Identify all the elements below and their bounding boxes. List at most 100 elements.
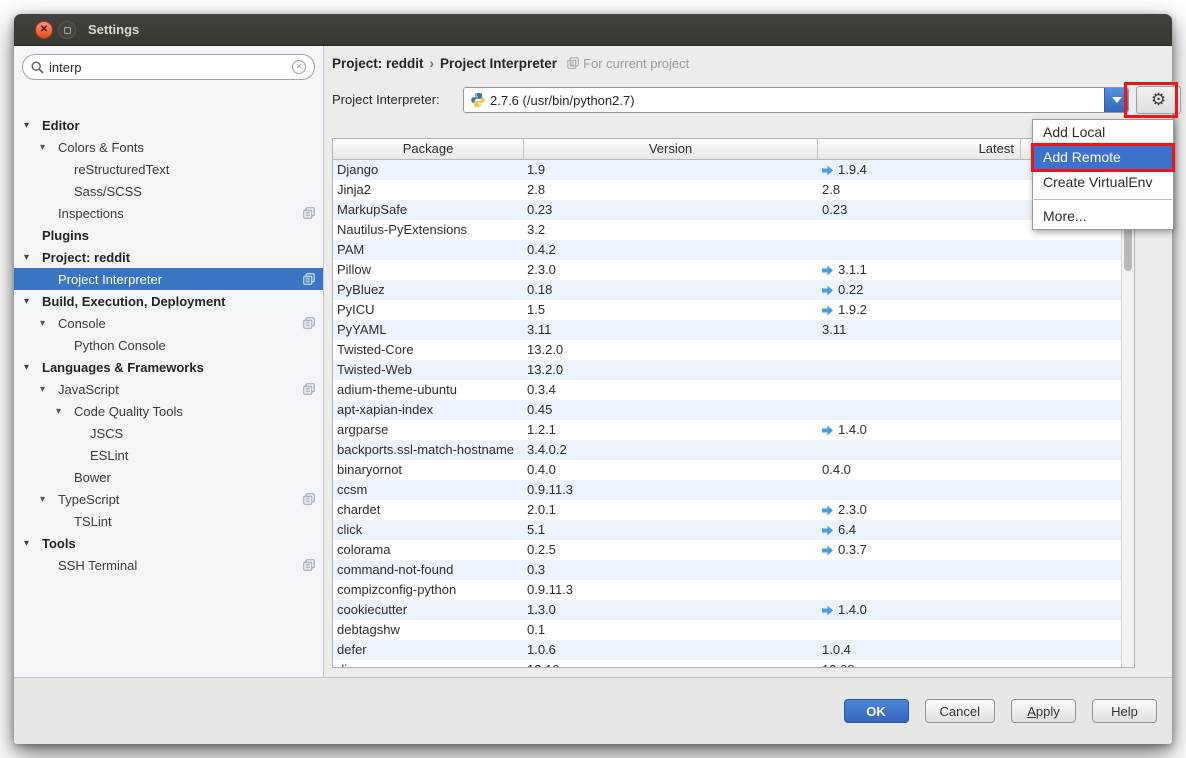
menu-item-add-remote[interactable]: Add Remote	[1033, 145, 1173, 170]
clear-search-button[interactable]: ✕	[292, 60, 306, 74]
window-close-button[interactable]: ✕	[35, 21, 53, 39]
table-row-django[interactable]: Django1.91.9.4	[333, 160, 1134, 180]
table-row-pillow[interactable]: Pillow2.3.03.1.1	[333, 260, 1134, 280]
cell-package: dirspec	[333, 660, 524, 668]
cell-latest	[818, 380, 1021, 400]
chevron-down-icon[interactable]: ▾	[24, 296, 42, 307]
copy-settings-icon	[303, 559, 315, 571]
table-row-cookiecutter[interactable]: cookiecutter1.3.01.4.0	[333, 600, 1134, 620]
sidebar-item-code-quality-tools[interactable]: ▾Code Quality Tools	[14, 400, 323, 422]
table-row-nautilus-pyextensions[interactable]: Nautilus-PyExtensions3.2	[333, 220, 1134, 240]
table-scrollbar[interactable]	[1121, 160, 1134, 667]
latest-version-text: 1.9.4	[838, 160, 867, 180]
dialog-button-bar: OK Cancel Apply Help	[14, 677, 1172, 744]
upgrade-arrow-icon	[822, 545, 833, 556]
column-header-latest[interactable]: Latest	[818, 139, 1021, 159]
cell-latest: 1.4.0	[818, 600, 1021, 620]
cell-package: Django	[333, 160, 524, 180]
table-row-colorama[interactable]: colorama0.2.50.3.7	[333, 540, 1134, 560]
table-row-pyicu[interactable]: PyICU1.51.9.2	[333, 300, 1134, 320]
help-button[interactable]: Help	[1092, 699, 1157, 723]
sidebar-item-tools[interactable]: ▾Tools	[14, 532, 323, 554]
column-header-version[interactable]: Version	[524, 139, 818, 159]
sidebar-item-ssh-terminal[interactable]: SSH Terminal	[14, 554, 323, 576]
chevron-down-icon[interactable]: ▾	[24, 252, 42, 263]
menu-item-more[interactable]: More...	[1033, 204, 1173, 229]
sidebar-item-sass-scss[interactable]: Sass/SCSS	[14, 180, 323, 202]
latest-version-text: 0.4.0	[822, 460, 851, 480]
interpreter-gear-button[interactable]: ⚙	[1136, 86, 1181, 114]
cell-version: 3.11	[524, 320, 818, 340]
close-icon: ✕	[40, 25, 48, 35]
breadcrumb-project[interactable]: Project: reddit	[332, 56, 424, 71]
sidebar-item-bower[interactable]: Bower	[14, 466, 323, 488]
table-row-click[interactable]: click5.16.4	[333, 520, 1134, 540]
chevron-down-icon[interactable]: ▾	[56, 406, 74, 417]
sidebar-item-jscs[interactable]: JSCS	[14, 422, 323, 444]
sidebar-item-languages-frameworks[interactable]: ▾Languages & Frameworks	[14, 356, 323, 378]
table-row-twisted-web[interactable]: Twisted-Web13.2.0	[333, 360, 1134, 380]
sidebar-item-colors-fonts[interactable]: ▾Colors & Fonts	[14, 136, 323, 158]
sidebar-item-inspections[interactable]: Inspections	[14, 202, 323, 224]
menu-item-create-virtualenv[interactable]: Create VirtualEnv	[1033, 170, 1173, 195]
settings-search-input[interactable]: interp ✕	[22, 54, 315, 80]
table-row-ccsm[interactable]: ccsm0.9.11.3	[333, 480, 1134, 500]
table-row-adium-theme-ubuntu[interactable]: adium-theme-ubuntu0.3.4	[333, 380, 1134, 400]
chevron-down-icon[interactable]: ▾	[24, 362, 42, 373]
cell-latest: 2.8	[818, 180, 1021, 200]
table-row-jinja2[interactable]: Jinja22.82.8	[333, 180, 1134, 200]
python-icon	[470, 92, 486, 108]
chevron-down-icon[interactable]: ▾	[40, 494, 58, 505]
sidebar-item-editor[interactable]: ▾Editor	[14, 114, 323, 136]
table-row-binaryornot[interactable]: binaryornot0.4.00.4.0	[333, 460, 1134, 480]
upgrade-arrow-icon	[822, 525, 833, 536]
window-maximize-button[interactable]	[58, 21, 76, 39]
sidebar-item-typescript[interactable]: ▾TypeScript	[14, 488, 323, 510]
interpreter-select[interactable]: 2.7.6 (/usr/bin/python2.7)	[463, 87, 1129, 113]
sidebar-item-project-reddit[interactable]: ▾Project: reddit	[14, 246, 323, 268]
sidebar-item-build-execution-deployment[interactable]: ▾Build, Execution, Deployment	[14, 290, 323, 312]
cell-latest: 2.3.0	[818, 500, 1021, 520]
chevron-down-icon[interactable]: ▾	[24, 538, 42, 549]
table-row-twisted-core[interactable]: Twisted-Core13.2.0	[333, 340, 1134, 360]
table-row-pyyaml[interactable]: PyYAML3.113.11	[333, 320, 1134, 340]
column-header-package[interactable]: Package	[333, 139, 524, 159]
cell-spacer	[1021, 260, 1134, 280]
ok-button[interactable]: OK	[844, 699, 909, 723]
sidebar-item-tslint[interactable]: TSLint	[14, 510, 323, 532]
apply-button[interactable]: Apply	[1011, 699, 1076, 723]
table-row-pam[interactable]: PAM0.4.2	[333, 240, 1134, 260]
chevron-down-icon[interactable]: ▾	[40, 142, 58, 153]
cell-package: PyYAML	[333, 320, 524, 340]
cell-version: 2.8	[524, 180, 818, 200]
sidebar-item-javascript[interactable]: ▾JavaScript	[14, 378, 323, 400]
cancel-button[interactable]: Cancel	[925, 699, 995, 723]
sidebar-item-restructuredtext[interactable]: reStructuredText	[14, 158, 323, 180]
cell-version: 0.2.5	[524, 540, 818, 560]
sidebar-item-project-interpreter[interactable]: Project Interpreter	[14, 268, 323, 290]
table-row-command-not-found[interactable]: command-not-found0.3	[333, 560, 1134, 580]
sidebar-item-python-console[interactable]: Python Console	[14, 334, 323, 356]
table-row-markupsafe[interactable]: MarkupSafe0.230.23	[333, 200, 1134, 220]
table-row-compizconfig-python[interactable]: compizconfig-python0.9.11.3	[333, 580, 1134, 600]
table-row-debtagshw[interactable]: debtagshw0.1	[333, 620, 1134, 640]
cell-package: chardet	[333, 500, 524, 520]
cell-latest: 0.4.0	[818, 460, 1021, 480]
interpreter-dropdown-button[interactable]	[1104, 88, 1128, 112]
table-row-backports-ssl-match-hostname[interactable]: backports.ssl-match-hostname3.4.0.2	[333, 440, 1134, 460]
chevron-down-icon[interactable]: ▾	[40, 384, 58, 395]
sidebar-item-plugins[interactable]: Plugins	[14, 224, 323, 246]
table-row-apt-xapian-index[interactable]: apt-xapian-index0.45	[333, 400, 1134, 420]
sidebar-item-eslint[interactable]: ESLint	[14, 444, 323, 466]
table-row-dirspec[interactable]: dirspec13.1013.08	[333, 660, 1134, 668]
table-row-chardet[interactable]: chardet2.0.12.3.0	[333, 500, 1134, 520]
chevron-down-icon[interactable]: ▾	[40, 318, 58, 329]
table-row-defer[interactable]: defer1.0.61.0.4	[333, 640, 1134, 660]
table-row-pybluez[interactable]: PyBluez0.180.22	[333, 280, 1134, 300]
cell-package: MarkupSafe	[333, 200, 524, 220]
menu-item-add-local[interactable]: Add Local	[1033, 120, 1173, 145]
table-row-argparse[interactable]: argparse1.2.11.4.0	[333, 420, 1134, 440]
sidebar-item-console[interactable]: ▾Console	[14, 312, 323, 334]
sidebar-item-label: Editor	[42, 118, 80, 133]
chevron-down-icon[interactable]: ▾	[24, 120, 42, 131]
